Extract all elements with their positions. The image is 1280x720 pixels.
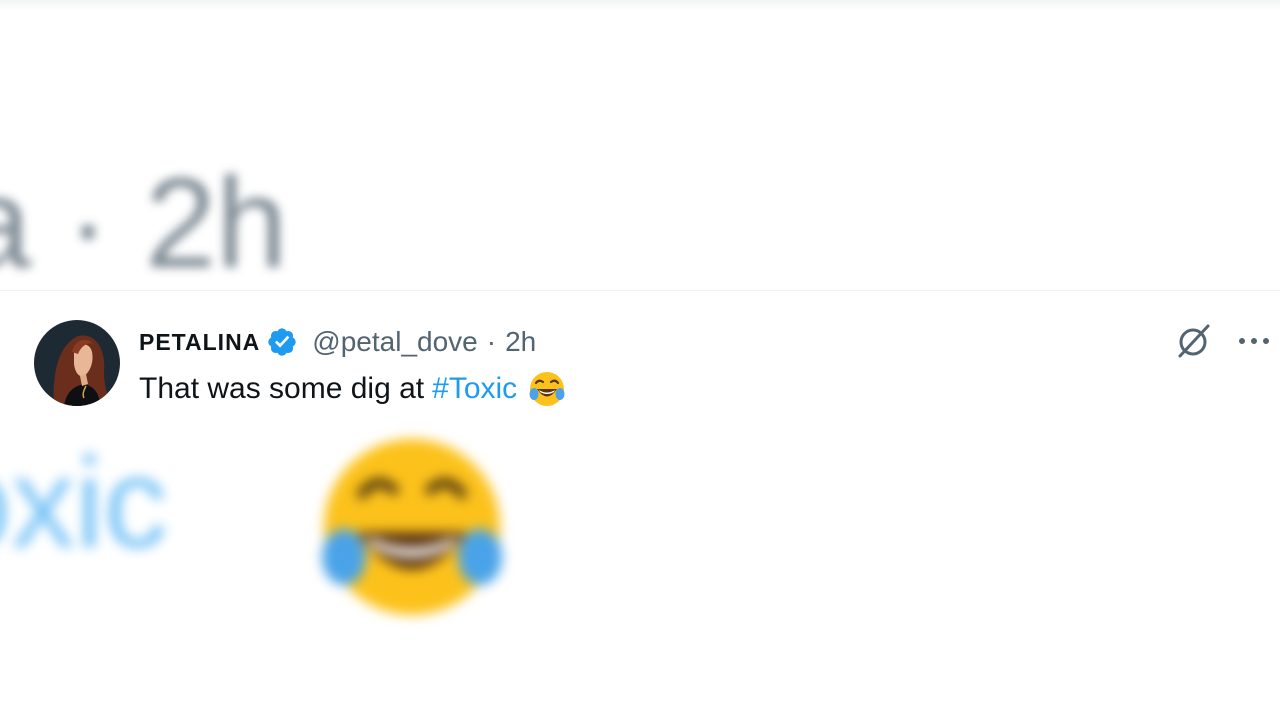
separator-dot: ·: [486, 326, 497, 357]
zoomed-face-with-tears-of-joy-icon: [322, 439, 502, 615]
tweet-text: That was some dig at #Toxic: [139, 369, 567, 409]
face-with-tears-of-joy-icon: [529, 372, 565, 406]
zoomed-background-top: a · 2h: [0, 0, 1280, 290]
hashtag-link[interactable]: #Toxic: [432, 372, 517, 406]
tweet-text-body: That was some dig at: [139, 372, 425, 405]
zoomed-hashtag-text: oxic: [0, 432, 168, 575]
grok-icon[interactable]: [1174, 321, 1214, 361]
zoomed-background-bottom: oxic: [0, 410, 1280, 720]
display-name[interactable]: PETALINA: [139, 329, 260, 356]
more-options-icon[interactable]: [1236, 327, 1272, 355]
verified-badge-icon: [268, 328, 296, 356]
tweet-header: PETALINA @petal_dove · 2h: [139, 325, 536, 359]
zoomed-timestamp-text: a · 2h: [0, 152, 288, 290]
avatar[interactable]: [34, 320, 120, 406]
tweet[interactable]: PETALINA @petal_dove · 2h That was some …: [0, 290, 1280, 411]
timestamp[interactable]: 2h: [505, 326, 536, 358]
user-handle[interactable]: @petal_dove: [312, 326, 477, 358]
